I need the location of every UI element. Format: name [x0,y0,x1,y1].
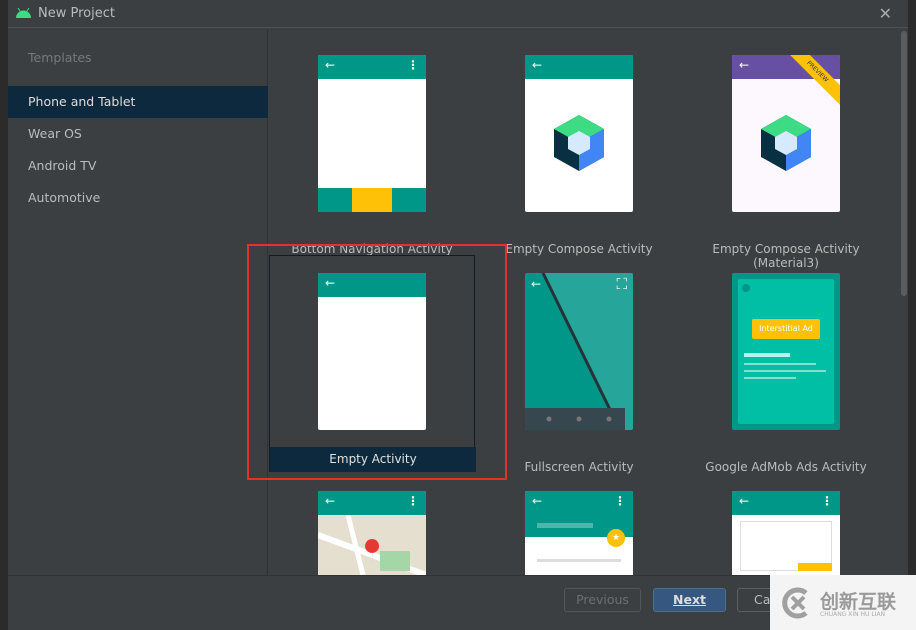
template-preview: Interstitial Ad [732,273,840,430]
fullscreen-icon: ⛶ [616,275,627,293]
more-icon: ⋮ [407,58,419,72]
back-arrow-icon: ← [325,494,336,508]
template-empty-activity[interactable]: ← Empty Activity [269,255,476,472]
back-arrow-icon: ← [325,58,336,72]
sidebar-item-automotive[interactable]: Automotive [8,182,268,214]
back-arrow-icon: ← [325,276,336,290]
map-preview-art [318,515,426,575]
back-arrow-icon: ← [739,494,750,508]
template-empty-compose[interactable]: ← Empty Compose Activity [476,55,682,272]
template-preview: ← [318,273,426,430]
template-label: Empty Compose Activity [505,242,653,256]
compose-logo-icon [554,115,604,171]
next-button[interactable]: Next [653,588,726,612]
template-preview: ← PREVIEW [732,55,840,212]
scrollbar-thumb[interactable] [901,31,907,296]
template-preview: ← [525,55,633,212]
ide-background-right [908,0,916,630]
template-label: Fullscreen Activity [524,460,634,474]
template-preview: ← ⋮ [732,491,840,575]
template-preview: ← ⋮ [318,491,426,575]
back-arrow-icon: ← [739,58,750,72]
fullscreen-preview-art [525,273,633,430]
close-icon[interactable]: ✕ [879,4,892,23]
watermark-subtext: CHUANG XIN HU LIAN [820,611,886,618]
template-preview: ← ⛶ [525,273,633,430]
template-category-sidebar: Templates Phone and Tablet Wear OS Andro… [8,29,268,575]
back-arrow-icon: ← [532,58,543,72]
template-maps[interactable]: ← ⋮ [269,491,475,575]
template-scrolling[interactable]: ← ⋮ ★ [476,491,682,575]
template-empty-compose-material3[interactable]: ← PREVIEW Empty Compose Activity (Materi… [683,55,889,272]
template-gallery: ← ⋮ Bottom Navigation Activity ← Empty Co… [269,29,900,575]
template-bottom-navigation[interactable]: ← ⋮ Bottom Navigation Activity [269,55,475,272]
watermark-text: 创新互联 [820,591,897,613]
sidebar-item-phone-tablet[interactable]: Phone and Tablet [8,86,268,118]
new-project-dialog: New Project ✕ Templates Phone and Tablet… [8,0,908,630]
back-arrow-icon: ← [532,494,543,508]
template-settings[interactable]: ← ⋮ [683,491,889,575]
template-label: Empty Compose Activity (Material3) [712,242,860,270]
star-icon: ★ [607,529,625,547]
back-arrow-icon: ← [531,277,542,291]
ide-background-left [0,0,8,630]
template-label: Bottom Navigation Activity [291,242,453,256]
watermark-icon [782,587,808,619]
template-label: Google AdMob Ads Activity [705,460,867,474]
compose-logo-icon [761,115,811,171]
more-icon: ⋮ [614,494,626,508]
more-icon: ⋮ [407,494,419,508]
sidebar-item-wear-os[interactable]: Wear OS [8,118,268,150]
watermark-logo: 创新互联 CHUANG XIN HU LIAN [770,575,916,630]
title-bar: New Project ✕ [8,0,908,28]
gallery-scrollbar[interactable] [900,29,908,575]
sidebar-item-android-tv[interactable]: Android TV [8,150,268,182]
interstitial-ad-label: Interstitial Ad [752,319,820,339]
template-label: Empty Activity [270,447,476,472]
template-fullscreen[interactable]: ← ⛶ Fullscreen Activity [476,273,682,490]
previous-button[interactable]: Previous [564,588,641,612]
template-admob[interactable]: Interstitial Ad Google AdMob Ads Activit… [683,273,889,490]
template-preview: ← ⋮ ★ [525,491,633,575]
more-icon: ⋮ [821,494,833,508]
sidebar-header: Templates [28,50,92,65]
android-icon [16,8,31,18]
window-title: New Project [38,6,115,21]
template-preview: ← ⋮ [318,55,426,212]
